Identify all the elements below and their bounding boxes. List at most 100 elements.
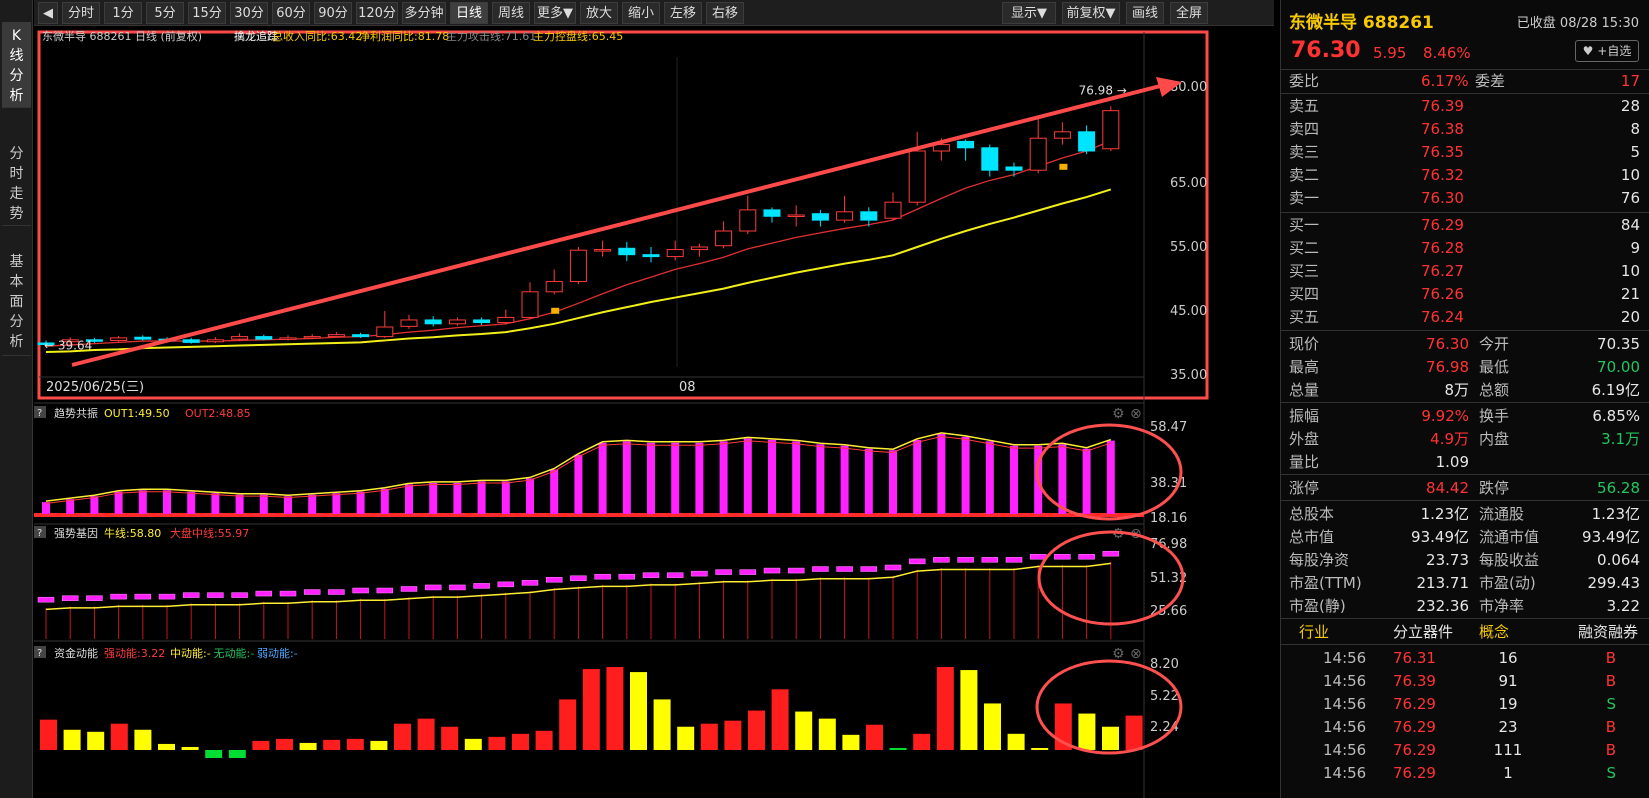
candle-body [327,334,345,338]
period-toolbar: ◀ 分时 1分 5分 15分 30分 60分 90分 120分 多分钟 日线 周线 更多▼ 放大 缩小 左移… [34,0,1274,26]
toolbar-right-item-3[interactable]: 全屏 [1170,2,1208,24]
sub2-box [812,566,829,572]
sub3-bar [1031,747,1049,750]
sub1-bar [695,442,704,514]
sub2-box [255,590,273,597]
stat-label: 内盘 [1479,430,1510,448]
trade-row-4: 14:56 76.29 111 B [1281,738,1649,762]
stat-row-11: 市盈(静) 232.36 市净率 3.22 [1281,594,1649,618]
stat-value: 70.00 [1597,358,1640,376]
candle-body [1029,137,1047,171]
stat-value: 213.71 [1416,574,1470,592]
chart-area[interactable]: 80.00 65.00 55.00 45.00 35.00 东微半导 688261 日线 … [34,27,1274,798]
quote-panel: 东微半导 688261 已收盘 08/28 15:30 76.30 5.95 8… [1280,0,1649,798]
ask-volume: 28 [1620,97,1640,115]
sub3-item-0: 强动能:3.22 [104,646,165,660]
sub2-box [158,593,176,600]
sub1-ytick-0: 58.47 [1150,420,1187,435]
tab-kline-analysis[interactable]: K线分析 [2,22,31,108]
sub1-bar [550,469,559,514]
kline-chart-svg[interactable]: 80.0065.0055.0045.0035.00东微半导 688261 日线 … [34,27,1274,798]
concept-tab: 概念 [1479,623,1510,641]
toolbar-item-1[interactable]: 1分 [104,2,142,24]
add-favorite-label: +自选 [1597,44,1632,58]
bid-row-0: 买一 76.29 84 [1281,213,1649,237]
toolbar-item-7[interactable]: 120分 [356,2,398,24]
sub1-bar [671,442,680,514]
stat-value: 76.98 [1426,358,1469,376]
sub2-box [981,557,999,563]
bid-volume: 21 [1620,285,1640,303]
trade-price: 76.39 [1393,672,1436,690]
stat-row-8: 总市值 93.49亿 流通市值 93.49亿 [1281,525,1649,549]
sub3-bar [488,736,506,750]
tab-fundamentals[interactable]: 基本面分析 [2,248,31,356]
sub2-box [521,580,539,586]
ask-price: 76.30 [1421,189,1464,207]
ask-row-0: 卖五 76.39 28 [1281,94,1649,118]
sub2-box [182,592,200,598]
weibi-value: 6.17% [1421,72,1469,90]
sub2-box [715,569,732,575]
sub3-bar [417,718,435,750]
tab-intraday[interactable]: 分时走势 [2,140,31,226]
toolbar-item-13[interactable]: 缩小 [622,2,660,24]
trade-price: 76.29 [1393,764,1436,782]
stat-label: 每股收益 [1479,551,1540,569]
ask-label: 卖四 [1289,120,1320,138]
toolbar-item-11[interactable]: 更多▼ [534,2,576,24]
stat-value: 70.35 [1597,335,1640,353]
toolbar-item-8[interactable]: 多分钟 [402,2,446,24]
toolbar-right-item-1[interactable]: 前复权▼ [1062,2,1120,24]
toolbar-item-2[interactable]: 5分 [146,2,184,24]
toolbar-item-14[interactable]: 左移 [664,2,702,24]
back-icon[interactable]: ◀ [38,2,58,24]
sub1-gear-icon: ⚙ [1112,406,1125,422]
ask-row-2: 卖三 76.35 5 [1281,140,1649,164]
candle-body [957,140,975,149]
stat-label: 最低 [1479,358,1510,376]
sub1-bar [1106,440,1115,514]
sub1-bar [864,448,873,514]
toolbar-item-3[interactable]: 15分 [188,2,226,24]
sub1-bar [913,439,922,514]
toolbar-item-5[interactable]: 60分 [272,2,310,24]
weibi-row: 委比 6.17% 委差 17 [1281,69,1649,93]
ma-red-line [45,140,1112,347]
candle-body [569,249,587,283]
sub1-bar [840,445,849,514]
sub2-box [908,558,926,565]
bid-label: 买一 [1289,216,1320,234]
sub1-bar [768,439,776,514]
main-ytick-1: 65.00 [1170,176,1207,191]
candle-body [1078,131,1096,152]
stat-row-9: 每股净资 23.73 每股收益 0.064 [1281,548,1649,572]
start-date-label: 2025/06/25(三) [46,380,144,395]
toolbar-item-6[interactable]: 90分 [314,2,352,24]
sub3-bar [1007,733,1025,750]
toolbar-item-15[interactable]: 右移 [706,2,744,24]
candle-body [763,209,781,217]
stat-label: 总股本 [1289,505,1335,523]
sub2-box [666,572,684,578]
sub1-ytick-2: 18.16 [1150,511,1187,526]
sub3-bar [653,699,671,750]
sub3-bar [158,743,175,750]
toolbar-item-12[interactable]: 放大 [580,2,618,24]
toolbar-right-item-0[interactable]: 显示▼ [1002,2,1056,24]
toolbar-item-0[interactable]: 分时 [62,2,100,24]
stat-label: 涨停 [1289,479,1320,497]
toolbar-item-10[interactable]: 周线 [492,2,530,24]
sub3-bar [748,710,765,750]
sub1-bar [647,442,655,514]
trade-time: 14:56 [1323,764,1367,782]
trade-volume: 91 [1498,672,1518,690]
stat-label: 每股净资 [1289,551,1350,569]
side-tab-bar: K线分析 分时走势 基本面分析 [0,0,33,798]
add-favorite-button[interactable]: ♥ +自选 [1575,40,1639,62]
flag-marker [551,307,560,314]
toolbar-item-9[interactable]: 日线 [450,2,488,24]
toolbar-right-item-2[interactable]: 画线 [1126,2,1164,24]
stat-row-6: 涨停 84.42 跌停 56.28 [1281,476,1649,500]
toolbar-item-4[interactable]: 30分 [230,2,268,24]
